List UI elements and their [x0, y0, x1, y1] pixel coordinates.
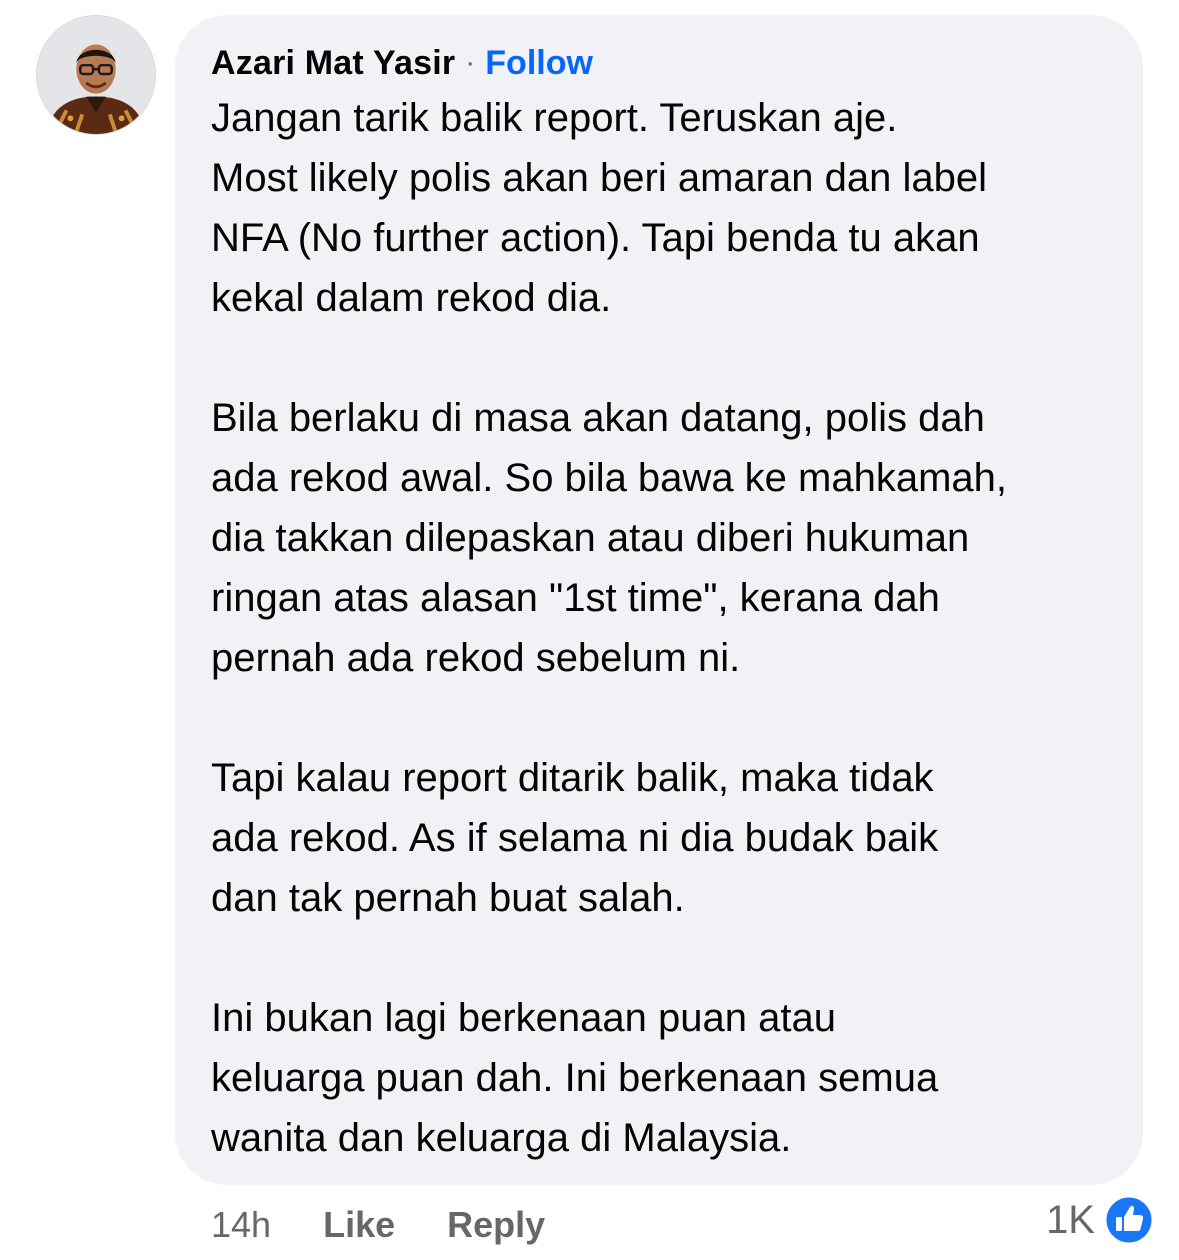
follow-button[interactable]: Follow: [485, 44, 593, 83]
separator-dot: ·: [465, 46, 476, 79]
comment-header: Azari Mat Yasir · Follow: [211, 40, 1113, 86]
comment-actions: 14h Like Reply: [211, 1197, 545, 1253]
author-name[interactable]: Azari Mat Yasir: [211, 44, 455, 83]
comment-paragraph: Jangan tarik balik report. Teruskan aje.…: [211, 96, 987, 320]
author-avatar[interactable]: [36, 15, 156, 135]
comment-timestamp[interactable]: 14h: [211, 1204, 271, 1246]
like-button[interactable]: Like: [323, 1204, 395, 1246]
reply-button[interactable]: Reply: [447, 1204, 545, 1246]
comment-bubble: Azari Mat Yasir · Follow Jangan tarik ba…: [175, 15, 1143, 1185]
comment-paragraph: Ini bukan lagi berkenaan puan atau kelua…: [211, 996, 939, 1160]
reactions-summary[interactable]: 1K: [1046, 1192, 1155, 1248]
avatar-portrait-icon: [37, 16, 155, 134]
comment-text: Jangan tarik balik report. Teruskan aje.…: [211, 88, 1113, 1168]
comment-paragraph: Bila berlaku di masa akan datang, polis …: [211, 396, 1008, 680]
comment-paragraph: Tapi kalau report ditarik balik, maka ti…: [211, 756, 939, 920]
thumbs-up-icon: [1103, 1194, 1155, 1246]
reaction-count: 1K: [1046, 1197, 1095, 1242]
